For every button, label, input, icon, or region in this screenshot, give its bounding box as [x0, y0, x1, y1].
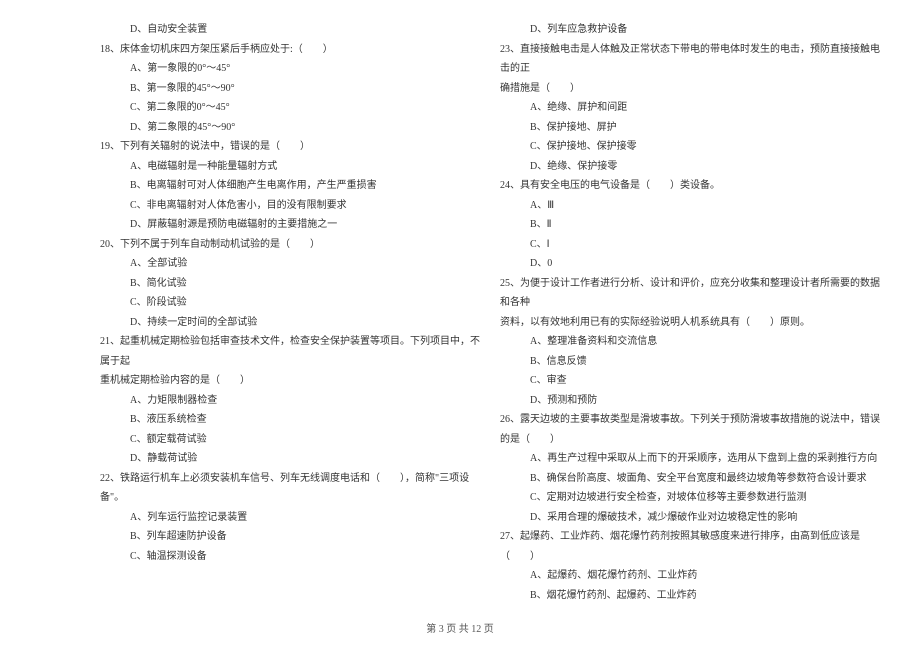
q20-option-b: B、简化试验 — [100, 274, 480, 294]
left-column: D、自动安全装置 18、床体金切机床四方架压紧后手柄应处于:（ ） A、第一象限… — [100, 20, 490, 610]
q18-option-d: D、第二象限的45°～90° — [100, 118, 480, 138]
q23-option-b: B、保护接地、屏护 — [500, 118, 880, 138]
q20-option-a: A、全部试验 — [100, 254, 480, 274]
q18: 18、床体金切机床四方架压紧后手柄应处于:（ ） — [100, 40, 480, 60]
q25-option-c: C、审查 — [500, 371, 880, 391]
q19-option-a: A、电磁辐射是一种能量辐射方式 — [100, 157, 480, 177]
q23: 23、直接接触电击是人体触及正常状态下带电的带电体时发生的电击，预防直接接触电击… — [500, 40, 880, 79]
q27: 27、起爆药、工业炸药、烟花爆竹药剂按照其敏感度来进行排序，由高到低应该是（ ） — [500, 527, 880, 566]
q21-option-a: A、力矩限制器检查 — [100, 391, 480, 411]
q21-continuation: 重机械定期检验内容的是（ ） — [100, 371, 480, 391]
q24-option-b: B、Ⅱ — [500, 215, 880, 235]
q22-option-c: C、轴温探测设备 — [100, 547, 480, 567]
q21-option-b: B、液压系统检查 — [100, 410, 480, 430]
q23-continuation: 确措施是（ ） — [500, 79, 880, 99]
q26-option-c: C、定期对边坡进行安全检查，对坡体位移等主要参数进行监测 — [500, 488, 880, 508]
right-column: D、列车应急救护设备 23、直接接触电击是人体触及正常状态下带电的带电体时发生的… — [490, 20, 880, 610]
q25-option-d: D、预测和预防 — [500, 391, 880, 411]
q22-option-d: D、列车应急救护设备 — [500, 20, 880, 40]
q24-option-c: C、Ⅰ — [500, 235, 880, 255]
q26-option-b: B、确保台阶高度、坡面角、安全平台宽度和最终边坡角等参数符合设计要求 — [500, 469, 880, 489]
q21-option-c: C、额定载荷试验 — [100, 430, 480, 450]
q23-option-d: D、绝缘、保护接零 — [500, 157, 880, 177]
q19-option-d: D、屏蔽辐射源是预防电磁辐射的主要措施之一 — [100, 215, 480, 235]
q19-option-c: C、非电离辐射对人体危害小，目的没有限制要求 — [100, 196, 480, 216]
q20-option-c: C、阶段试验 — [100, 293, 480, 313]
q24-option-a: A、Ⅲ — [500, 196, 880, 216]
q23-option-a: A、绝缘、屏护和间距 — [500, 98, 880, 118]
q20: 20、下列不属于列车自动制动机试验的是（ ） — [100, 235, 480, 255]
q25-option-b: B、信息反馈 — [500, 352, 880, 372]
q25-continuation: 资料，以有效地利用已有的实际经验说明人机系统具有（ ）原则。 — [500, 313, 880, 333]
q18-option-b: B、第一象限的45°～90° — [100, 79, 480, 99]
q27-option-b: B、烟花爆竹药剂、起爆药、工业炸药 — [500, 586, 880, 606]
q26: 26、露天边坡的主要事故类型是滑坡事故。下列关于预防滑坡事故措施的说法中，错误的… — [500, 410, 880, 449]
q17-option-d: D、自动安全装置 — [100, 20, 480, 40]
q18-option-c: C、第二象限的0°～45° — [100, 98, 480, 118]
q22-option-b: B、列车超速防护设备 — [100, 527, 480, 547]
q26-option-a: A、再生产过程中采取从上而下的开采顺序，选用从下盘到上盘的采剥推行方向 — [500, 449, 880, 469]
q18-option-a: A、第一象限的0°～45° — [100, 59, 480, 79]
page-container: D、自动安全装置 18、床体金切机床四方架压紧后手柄应处于:（ ） A、第一象限… — [0, 0, 920, 610]
q25: 25、为便于设计工作者进行分析、设计和评价，应充分收集和整理设计者所需要的数据和… — [500, 274, 880, 313]
q20-option-d: D、持续一定时间的全部试验 — [100, 313, 480, 333]
q25-option-a: A、整理准备资料和交流信息 — [500, 332, 880, 352]
q22: 22、铁路运行机车上必须安装机车信号、列车无线调度电话和（ ），简称"三项设备"… — [100, 469, 480, 508]
q19-option-b: B、电离辐射可对人体细胞产生电离作用，产生严重损害 — [100, 176, 480, 196]
q22-option-a: A、列车运行监控记录装置 — [100, 508, 480, 528]
q27-option-a: A、起爆药、烟花爆竹药剂、工业炸药 — [500, 566, 880, 586]
q19: 19、下列有关辐射的说法中，错误的是（ ） — [100, 137, 480, 157]
q21-option-d: D、静载荷试验 — [100, 449, 480, 469]
q24: 24、具有安全电压的电气设备是（ ）类设备。 — [500, 176, 880, 196]
q24-option-d: D、0 — [500, 254, 880, 274]
q21: 21、起重机械定期检验包括审查技术文件，检查安全保护装置等项目。下列项目中，不属… — [100, 332, 480, 371]
q23-option-c: C、保护接地、保护接零 — [500, 137, 880, 157]
q26-option-d: D、采用合理的爆破技术，减少爆破作业对边坡稳定性的影响 — [500, 508, 880, 528]
page-footer: 第 3 页 共 12 页 — [0, 620, 920, 635]
